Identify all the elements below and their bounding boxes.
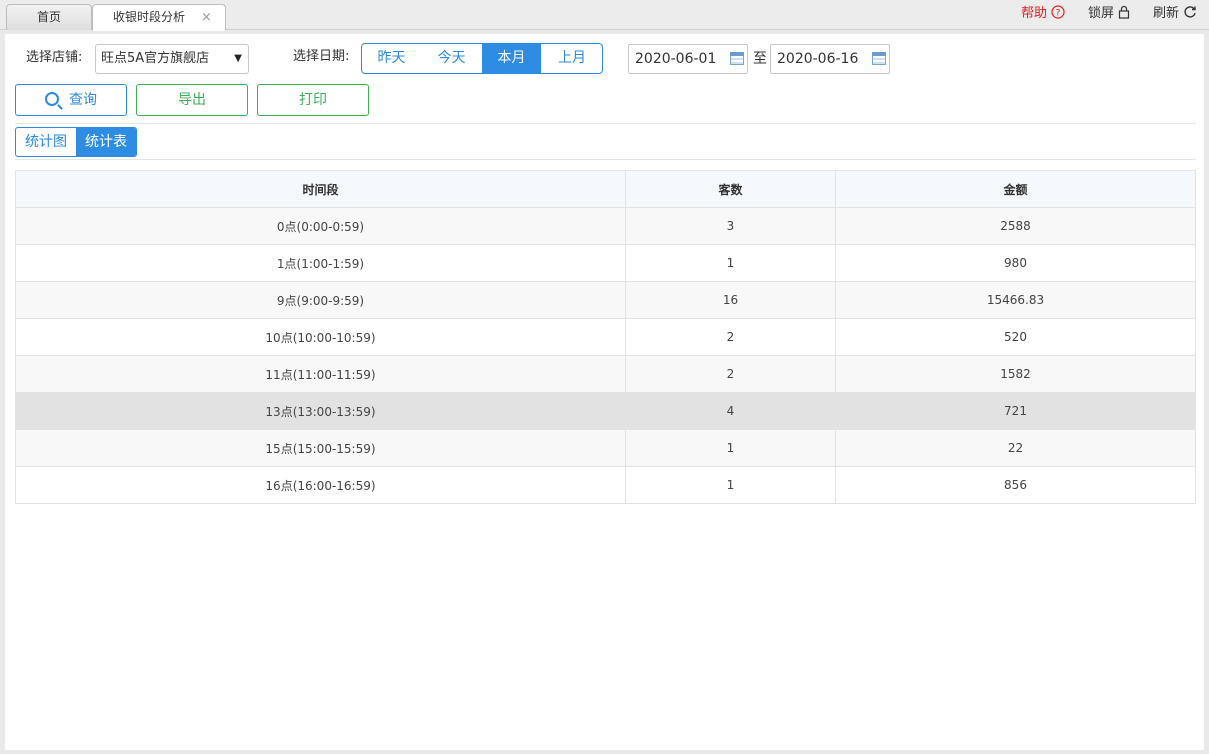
- col-header-amount[interactable]: 金额: [835, 170, 1196, 208]
- store-select[interactable]: 旺点5A官方旗舰店 ▼: [95, 44, 249, 74]
- cell-amount: 856: [835, 466, 1196, 504]
- store-select-value: 旺点5A官方旗舰店: [101, 51, 210, 66]
- table-row[interactable]: 1点(1:00-1:59) 1 980: [15, 244, 1196, 282]
- table-row[interactable]: 10点(10:00-10:59) 2 520: [15, 318, 1196, 356]
- end-date-input[interactable]: 2020-06-16: [770, 44, 890, 74]
- cell-time-slot: 13点(13:00-13:59): [15, 392, 626, 430]
- view-toggle: 统计图 统计表: [15, 127, 137, 157]
- cell-customers: 4: [625, 392, 836, 430]
- divider: [15, 123, 1196, 124]
- help-label: 帮助: [1021, 6, 1048, 21]
- chart-view-button[interactable]: 统计图: [16, 128, 76, 156]
- cell-customers: 16: [625, 281, 836, 319]
- close-icon[interactable]: ×: [201, 5, 212, 30]
- print-button[interactable]: 打印: [257, 84, 369, 116]
- table-row[interactable]: 9点(9:00-9:59) 16 15466.83: [15, 281, 1196, 319]
- cell-time-slot: 15点(15:00-15:59): [15, 429, 626, 467]
- date-range-separator: 至: [753, 51, 767, 67]
- table-row[interactable]: 16点(16:00-16:59) 1 856: [15, 466, 1196, 504]
- cell-customers: 2: [625, 355, 836, 393]
- refresh-label: 刷新: [1153, 6, 1180, 21]
- cell-time-slot: 16点(16:00-16:59): [15, 466, 626, 504]
- table-header-row: 时间段 客数 金额: [15, 170, 1196, 208]
- cell-time-slot: 10点(10:00-10:59): [15, 318, 626, 356]
- tab-cashier-time-analysis[interactable]: 收银时段分析 ×: [92, 4, 226, 31]
- yesterday-button[interactable]: 昨天: [362, 44, 422, 73]
- refresh-icon: [1183, 5, 1197, 25]
- cell-customers: 1: [625, 244, 836, 282]
- lock-screen-button[interactable]: 锁屏: [1088, 5, 1130, 25]
- tab-home-label: 首页: [36, 10, 61, 24]
- table-row-highlighted[interactable]: 13点(13:00-13:59) 4 721: [15, 392, 1196, 430]
- lock-icon: [1118, 5, 1130, 25]
- cell-time-slot: 9点(9:00-9:59): [15, 281, 626, 319]
- refresh-button[interactable]: 刷新: [1153, 5, 1197, 25]
- question-circle-icon: ?: [1051, 5, 1065, 25]
- cell-amount: 1582: [835, 355, 1196, 393]
- store-label: 选择店铺:: [26, 50, 83, 65]
- table-row[interactable]: 11点(11:00-11:59) 2 1582: [15, 355, 1196, 393]
- svg-text:?: ?: [1056, 9, 1061, 19]
- cell-amount: 15466.83: [835, 281, 1196, 319]
- cell-amount: 2588: [835, 207, 1196, 245]
- end-date-value: 2020-06-16: [777, 51, 859, 67]
- cell-amount: 980: [835, 244, 1196, 282]
- col-header-customers[interactable]: 客数: [625, 170, 836, 208]
- cell-time-slot: 11点(11:00-11:59): [15, 355, 626, 393]
- quick-date-group: 昨天 今天 本月 上月: [361, 43, 603, 74]
- start-date-input[interactable]: 2020-06-01: [628, 44, 748, 74]
- calendar-icon[interactable]: [872, 52, 886, 65]
- query-label: 查询: [69, 92, 97, 108]
- cell-amount: 22: [835, 429, 1196, 467]
- stats-table: 时间段 客数 金额 0点(0:00-0:59) 3 2588 1点(1:00-1:5…: [15, 170, 1196, 504]
- start-date-value: 2020-06-01: [635, 51, 717, 67]
- tab-home[interactable]: 首页: [6, 4, 92, 30]
- lock-label: 锁屏: [1088, 6, 1115, 21]
- table-view-button[interactable]: 统计表: [76, 128, 136, 156]
- cell-customers: 1: [625, 429, 836, 467]
- calendar-icon[interactable]: [730, 52, 744, 65]
- cell-time-slot: 0点(0:00-0:59): [15, 207, 626, 245]
- cell-amount: 721: [835, 392, 1196, 430]
- date-label: 选择日期:: [293, 49, 350, 64]
- help-link[interactable]: 帮助?: [1021, 5, 1065, 25]
- query-button[interactable]: 查询: [15, 84, 127, 116]
- table-row[interactable]: 15点(15:00-15:59) 1 22: [15, 429, 1196, 467]
- cell-amount: 520: [835, 318, 1196, 356]
- tab-bar: 首页 收银时段分析 × 帮助? 锁屏 刷新: [0, 0, 1209, 31]
- last-month-button[interactable]: 上月: [542, 44, 602, 73]
- col-header-time-slot[interactable]: 时间段: [15, 170, 626, 208]
- cell-customers: 2: [625, 318, 836, 356]
- caret-down-icon: ▼: [234, 53, 242, 64]
- divider: [15, 159, 1196, 160]
- today-button[interactable]: 今天: [422, 44, 482, 73]
- table-row[interactable]: 0点(0:00-0:59) 3 2588: [15, 207, 1196, 245]
- cell-time-slot: 1点(1:00-1:59): [15, 244, 626, 282]
- tab-active-label: 收银时段分析: [113, 10, 186, 24]
- search-icon: [45, 92, 59, 106]
- cell-customers: 1: [625, 466, 836, 504]
- cell-customers: 3: [625, 207, 836, 245]
- content-panel: 选择店铺: 旺点5A官方旗舰店 ▼ 选择日期: 昨天 今天 本月 上月 2020…: [5, 34, 1204, 750]
- this-month-button[interactable]: 本月: [482, 44, 542, 73]
- export-button[interactable]: 导出: [136, 84, 248, 116]
